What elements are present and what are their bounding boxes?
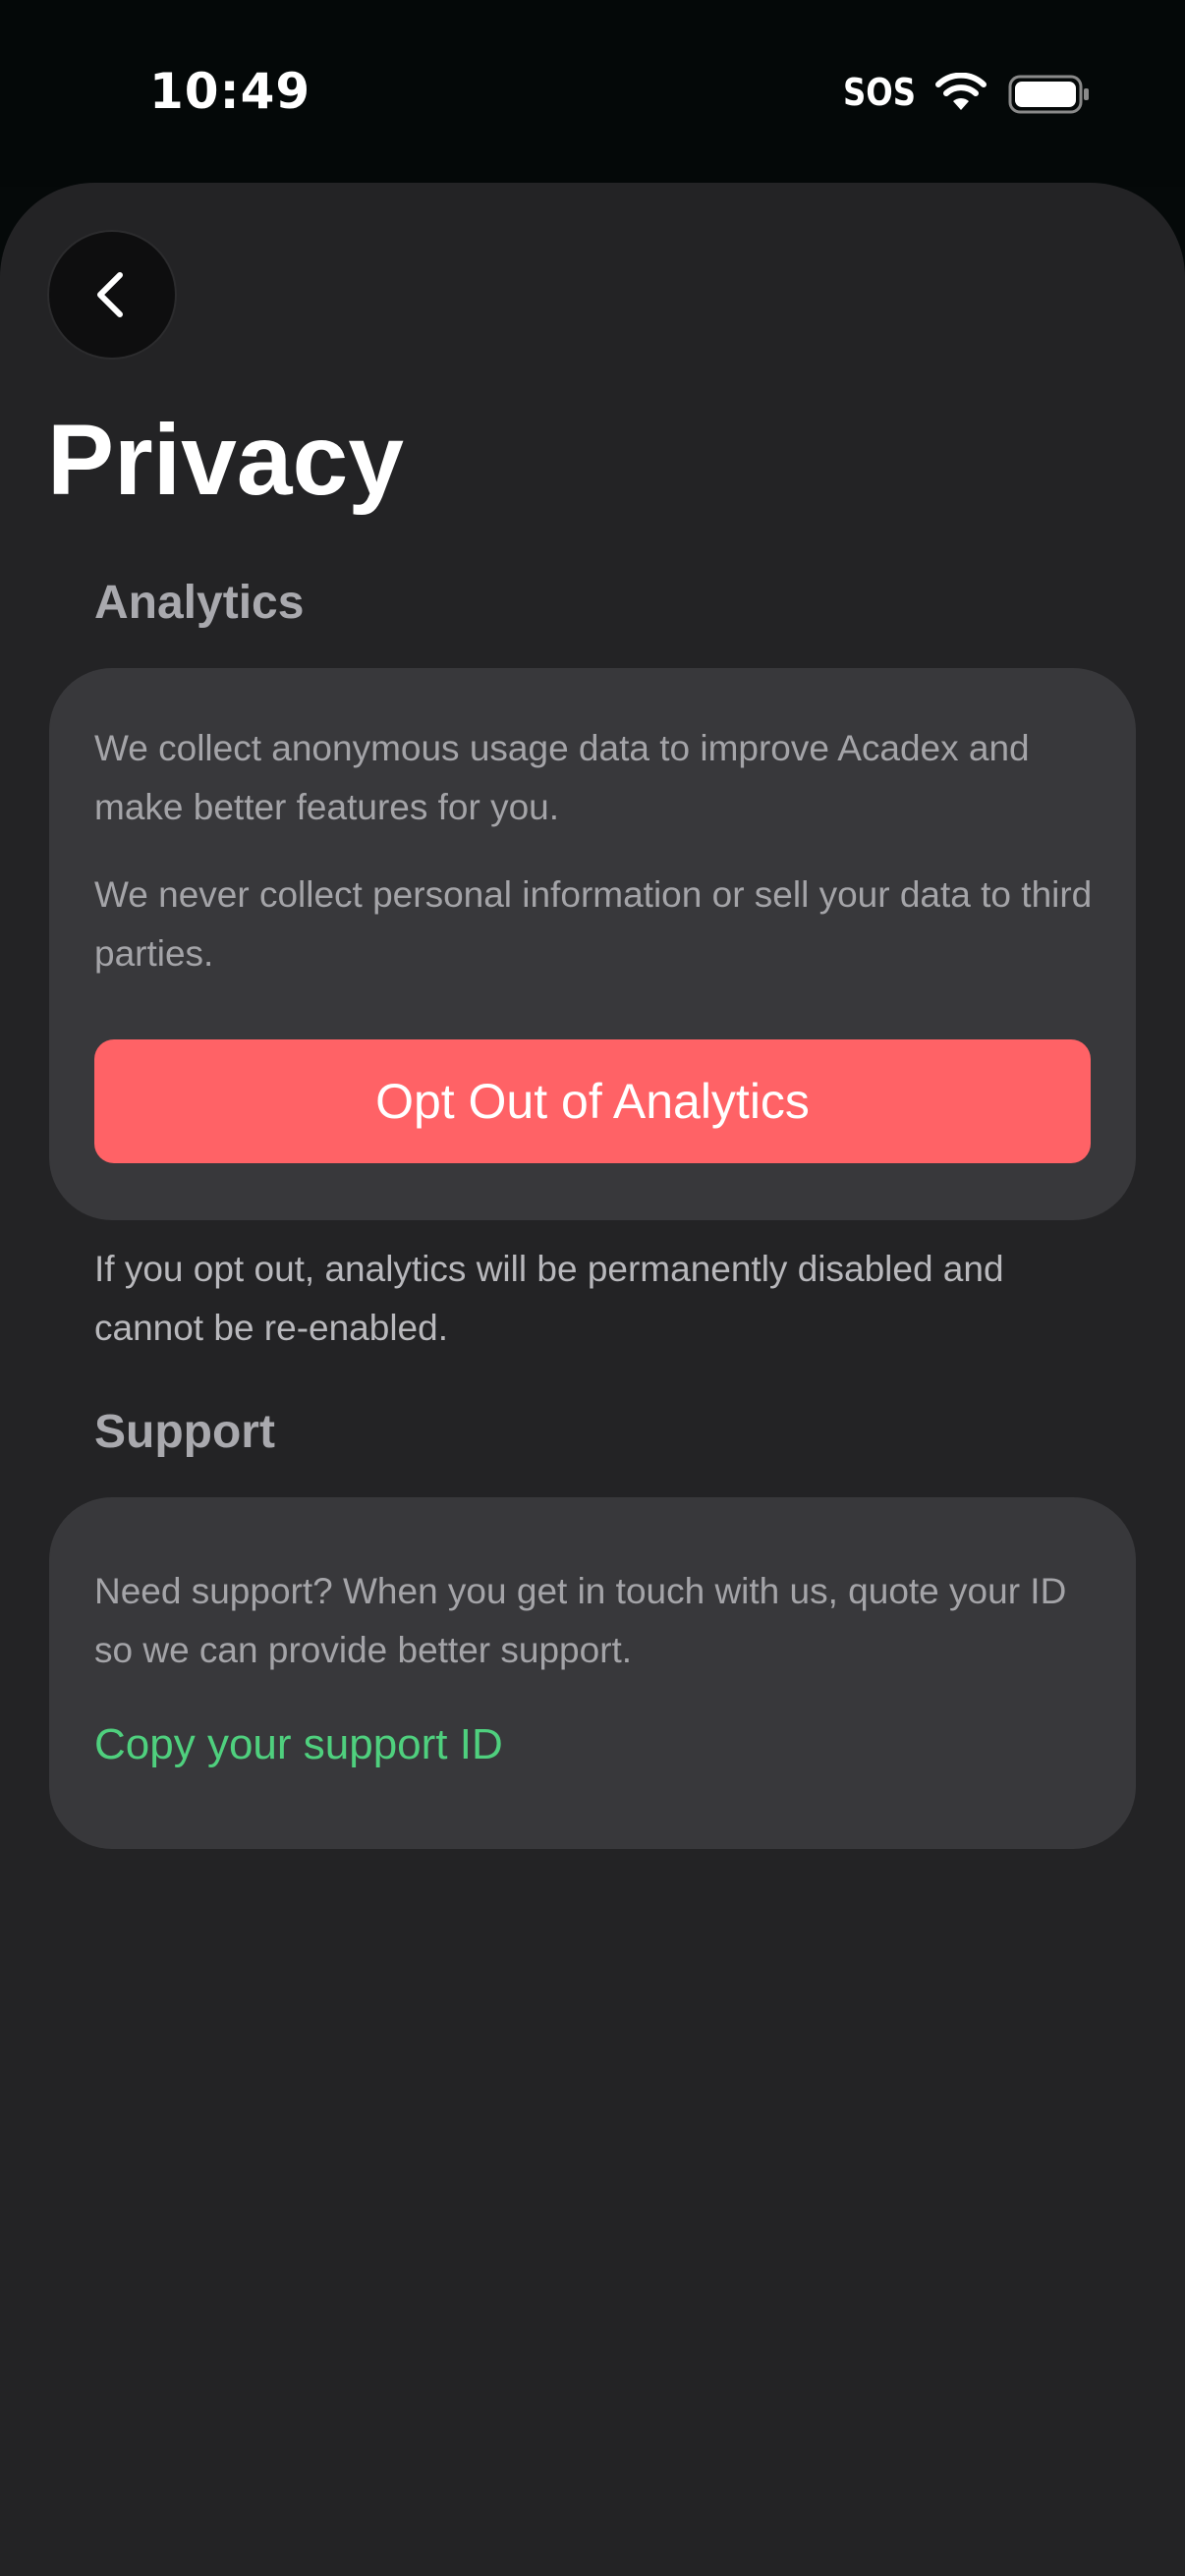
- battery-icon: [1008, 75, 1089, 114]
- analytics-section-header: Analytics: [94, 577, 305, 629]
- wifi-icon: [935, 73, 987, 110]
- support-card: Need support? When you get in touch with…: [49, 1497, 1136, 1849]
- analytics-card: We collect anonymous usage data to impro…: [49, 668, 1136, 1220]
- support-section-header: Support: [94, 1406, 275, 1458]
- status-bar: 10:49 SOS: [0, 0, 1185, 187]
- analytics-description: We collect anonymous usage data to impro…: [94, 728, 1030, 827]
- status-time: 10:49: [149, 63, 311, 120]
- opt-out-analytics-button[interactable]: Opt Out of Analytics: [94, 1039, 1091, 1163]
- copy-support-id-link[interactable]: Copy your support ID: [94, 1715, 503, 1774]
- status-sos: SOS: [843, 71, 916, 114]
- support-description: Need support? When you get in touch with…: [94, 1571, 1067, 1670]
- analytics-privacy-note: We never collect personal information or…: [94, 874, 1093, 974]
- analytics-footnote: If you opt out, analytics will be perman…: [94, 1249, 1004, 1348]
- page-title: Privacy: [47, 404, 404, 516]
- privacy-sheet: [0, 183, 1185, 2576]
- chevron-left-icon: [97, 272, 123, 317]
- back-button[interactable]: [49, 232, 175, 358]
